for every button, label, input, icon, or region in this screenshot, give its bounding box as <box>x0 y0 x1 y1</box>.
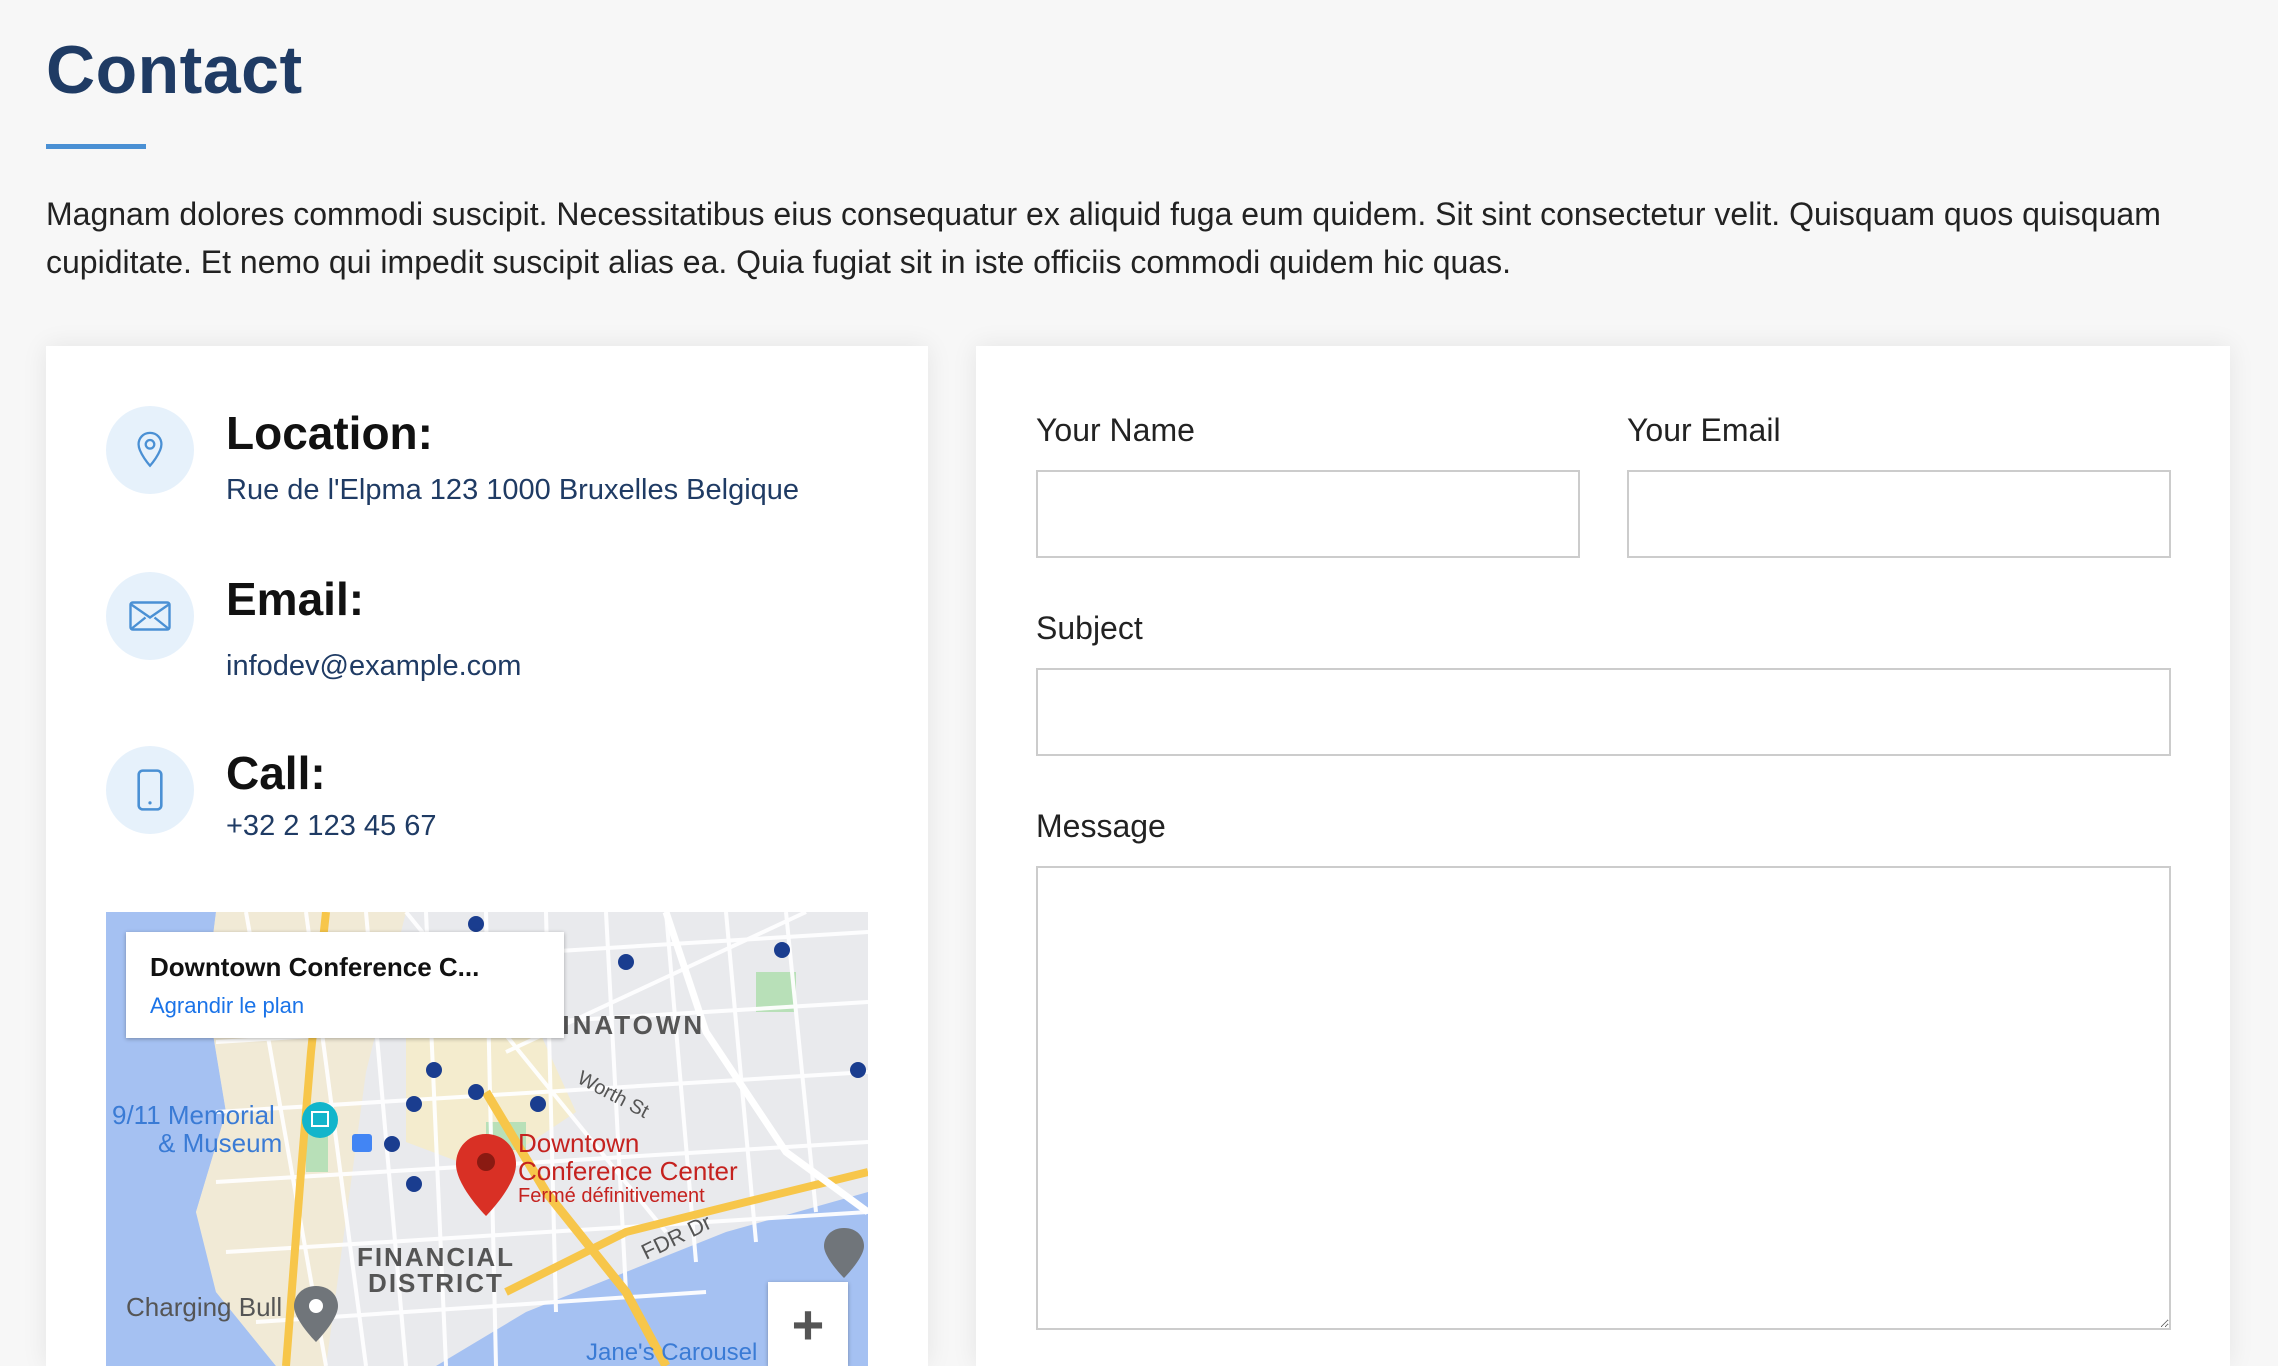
location-text: Rue de l'Elpma 123 1000 Bruxelles Belgiq… <box>226 474 800 506</box>
subject-input[interactable] <box>1036 668 2171 756</box>
map-label-bull: Charging Bull <box>126 1292 282 1322</box>
map-place-title: Downtown Conference C... <box>150 952 480 982</box>
intro-text: Magnam dolores commodi suscipit. Necessi… <box>46 196 2161 280</box>
name-input[interactable] <box>1036 470 1580 558</box>
enlarge-map-link[interactable]: Agrandir le plan <box>150 993 540 1019</box>
call-text[interactable]: +32 2 123 45 67 <box>226 810 436 843</box>
subject-label: Subject <box>1036 610 1143 646</box>
contact-info-card: Location: Rue de l'Elpma 123 1000 Bruxel… <box>46 346 928 1366</box>
map-info-popup: Downtown Conference C... Agrandir le pla… <box>126 932 564 1038</box>
envelope-icon <box>106 572 194 660</box>
contact-form: Your Name Your Email Subject Message <box>976 346 2230 1366</box>
map-label-financial-2: DISTRICT <box>368 1268 504 1298</box>
message-textarea[interactable] <box>1036 866 2171 1330</box>
name-label: Your Name <box>1036 412 1195 448</box>
phone-icon <box>106 746 194 834</box>
embedded-map[interactable]: CHINATOWN Worth St 9/11 Memorial & Museu… <box>106 912 868 1366</box>
map-label-carousel: Jane's Carousel <box>586 1339 757 1366</box>
title-underline <box>46 144 146 149</box>
map-label-memorial-1: 9/11 Memorial <box>112 1100 275 1130</box>
map-label-memorial-2: & Museum <box>158 1128 282 1158</box>
zoom-in-button[interactable]: + <box>768 1282 848 1366</box>
page-title-block: Contact <box>46 30 303 110</box>
message-label: Message <box>1036 808 1166 844</box>
email-heading: Email: <box>226 573 365 625</box>
map-label-venue-1: Downtown <box>518 1128 639 1158</box>
location-heading: Location: <box>226 407 433 459</box>
map-pin-icon <box>106 406 194 494</box>
map-label-venue-2: Conference Center <box>518 1156 738 1186</box>
call-heading: Call: <box>226 747 326 799</box>
map-label-venue-status: Fermé définitivement <box>518 1185 705 1207</box>
page-title: Contact <box>46 32 303 108</box>
email-input[interactable] <box>1627 470 2171 558</box>
email-label: Your Email <box>1627 412 1781 448</box>
email-text[interactable]: infodev@example.com <box>226 650 521 683</box>
